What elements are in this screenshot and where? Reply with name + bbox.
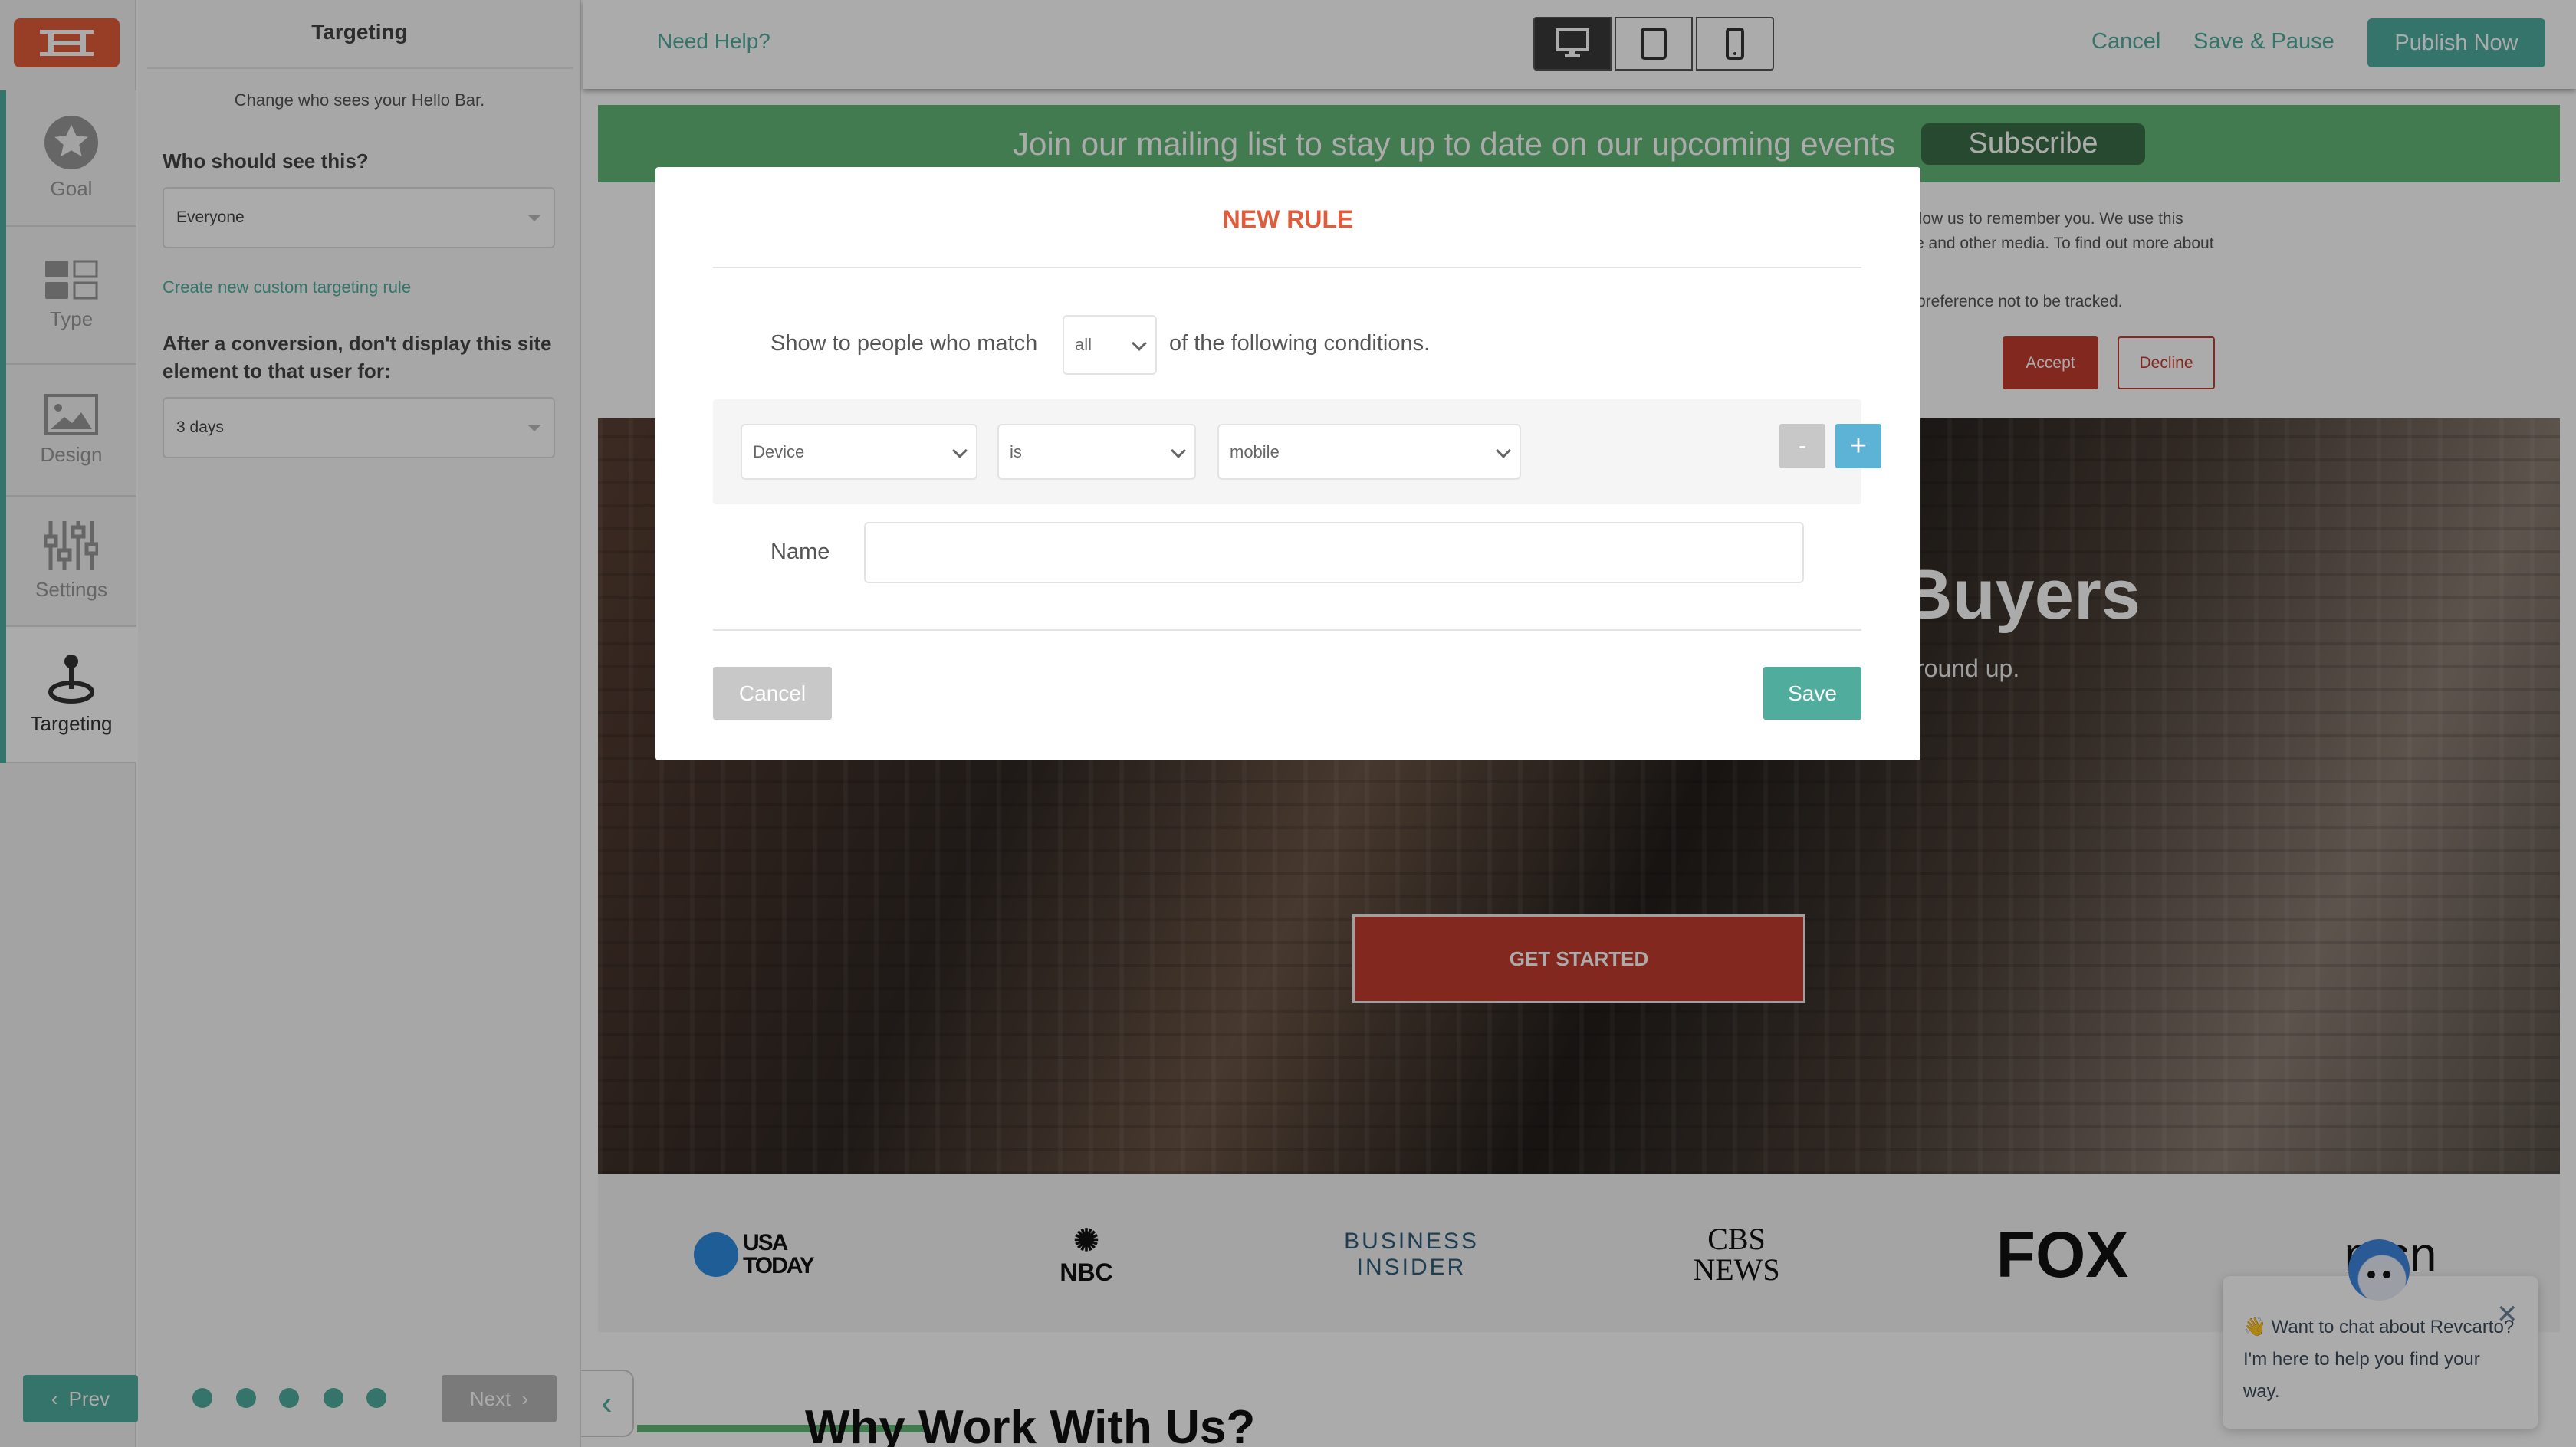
- condition-value: mobile: [1230, 441, 1280, 461]
- operator-value: is: [1010, 441, 1022, 461]
- new-rule-modal: NEW RULE Show to people who match all of…: [656, 167, 1921, 760]
- add-condition-button[interactable]: +: [1835, 424, 1881, 468]
- cancel-button[interactable]: Cancel: [713, 667, 832, 720]
- field-value: Device: [753, 441, 805, 461]
- chevron-down-icon: [1171, 442, 1186, 458]
- name-label: Name: [770, 540, 830, 564]
- match-suffix: of the following conditions.: [1169, 331, 1431, 356]
- chevron-down-icon: [1496, 442, 1511, 458]
- condition-row: Device is mobile - +: [713, 399, 1881, 504]
- remove-condition-button[interactable]: -: [1779, 424, 1825, 468]
- rule-name-input[interactable]: [864, 522, 1804, 583]
- condition-value-select[interactable]: mobile: [1217, 424, 1521, 480]
- divider: [713, 267, 1861, 268]
- match-prefix: Show to people who match: [770, 331, 1038, 356]
- chevron-down-icon: [952, 442, 968, 458]
- match-select[interactable]: all: [1063, 315, 1157, 375]
- match-value: all: [1075, 335, 1092, 354]
- condition-field-select[interactable]: Device: [741, 424, 978, 480]
- chevron-down-icon: [1132, 336, 1147, 351]
- condition-operator-select[interactable]: is: [997, 424, 1196, 480]
- modal-title: NEW RULE: [1222, 205, 1354, 233]
- save-button[interactable]: Save: [1763, 667, 1861, 720]
- divider: [713, 629, 1861, 631]
